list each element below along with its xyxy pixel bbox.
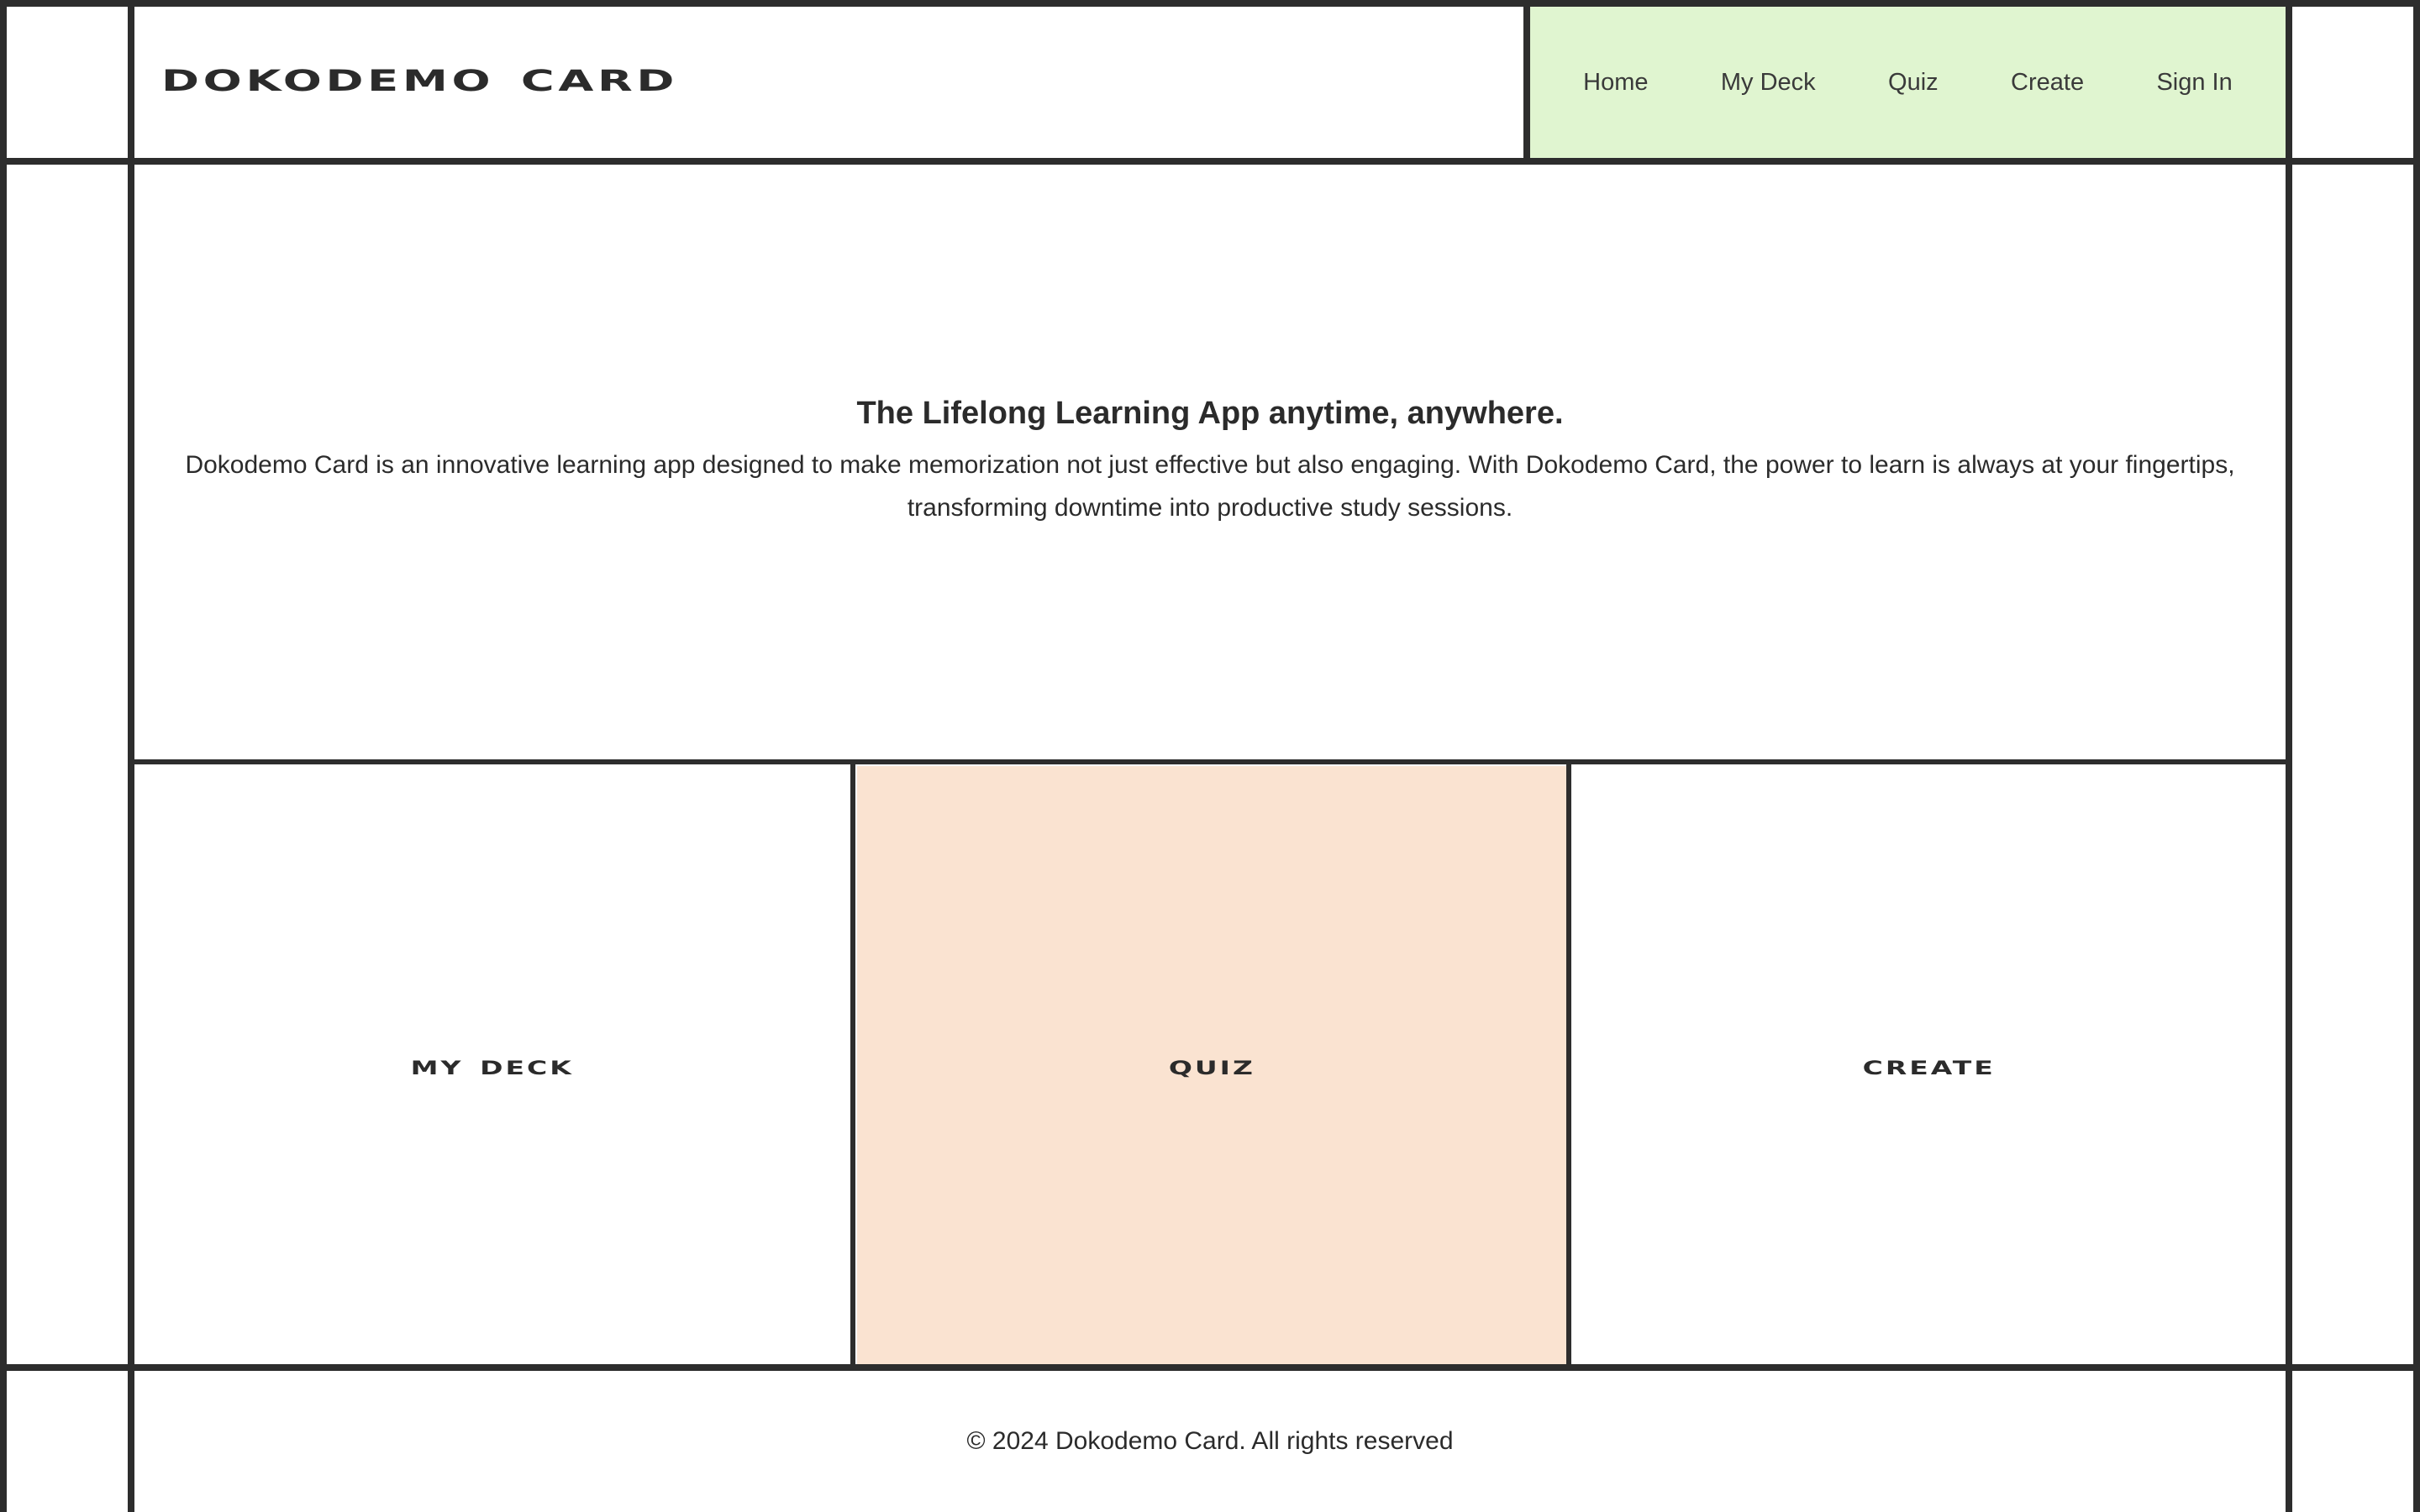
right-gutter-divider <box>2286 0 2292 1512</box>
copyright-text: © 2024 Dokodemo Card. All rights reserve… <box>966 1427 1454 1455</box>
left-gutter-divider <box>128 0 134 1512</box>
quiz-card[interactable]: Quiz <box>857 766 1566 1364</box>
nav-quiz-link[interactable]: Quiz <box>1871 69 1955 97</box>
card-divider-1 <box>850 759 855 1364</box>
hero-title: The Lifelong Learning App anytime, anywh… <box>856 395 1564 431</box>
nav-my-deck-link[interactable]: My Deck <box>1704 69 1833 97</box>
my-deck-card[interactable]: My Deck <box>134 766 850 1364</box>
nav-create-link[interactable]: Create <box>1994 69 2101 97</box>
site-logo[interactable]: Dokodemo Card <box>161 52 678 101</box>
my-deck-card-label: My Deck <box>410 1049 575 1081</box>
create-card-label: Create <box>1862 1049 1996 1081</box>
header-divider <box>0 158 2420 165</box>
card-divider-2 <box>1566 759 1571 1364</box>
hero-description: Dokodemo Card is an innovative learning … <box>185 450 2235 522</box>
nav-home-link[interactable]: Home <box>1566 69 1665 97</box>
hero-divider <box>134 759 2286 764</box>
footer: © 2024 Dokodemo Card. All rights reserve… <box>134 1371 2286 1512</box>
footer-divider <box>0 1364 2420 1371</box>
create-card[interactable]: Create <box>1573 766 2286 1364</box>
nav-sign-in-link[interactable]: Sign In <box>2139 69 2249 97</box>
quiz-card-label: Quiz <box>1168 1049 1255 1081</box>
nav-divider <box>1523 0 1530 158</box>
hero-section: The Lifelong Learning App anytime, anywh… <box>134 165 2286 759</box>
main-nav: Home My Deck Quiz Create Sign In <box>1530 7 2286 158</box>
